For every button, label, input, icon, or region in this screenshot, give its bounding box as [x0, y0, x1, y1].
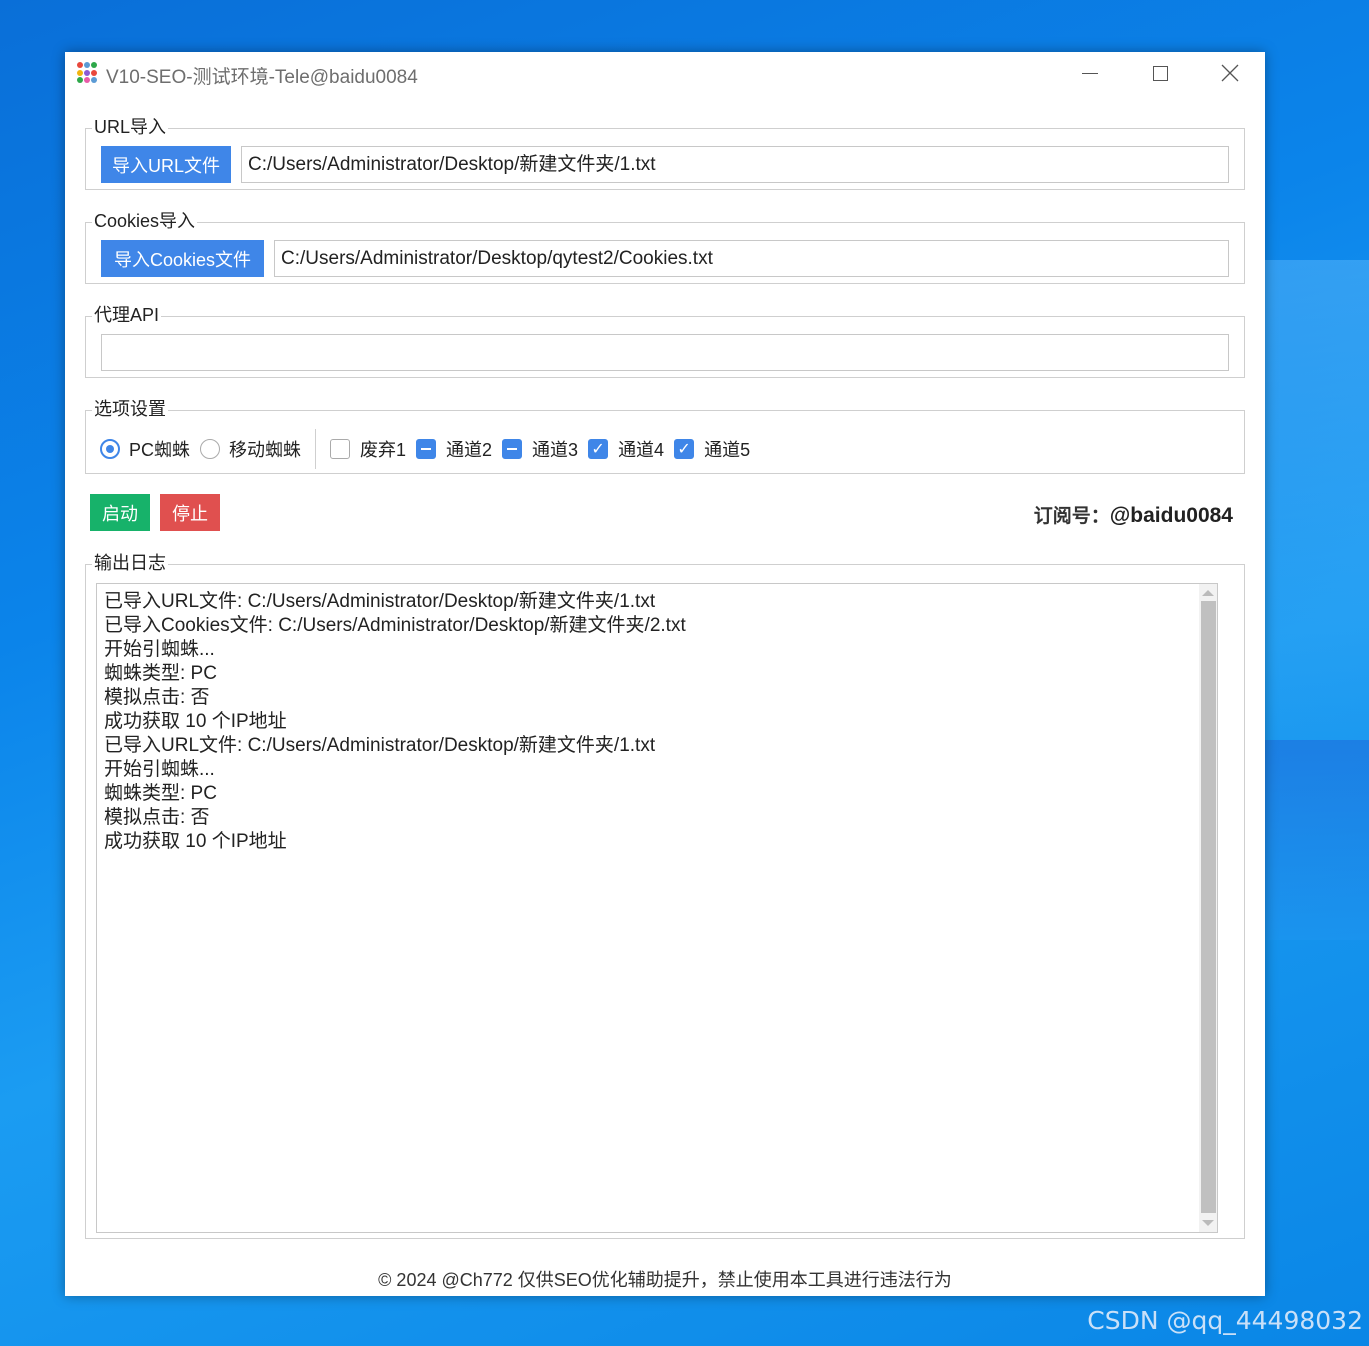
- app-logo-dot: [91, 69, 97, 76]
- desktop-wallpaper-shade: [1265, 740, 1369, 940]
- log-line: 成功获取 10 个IP地址: [104, 831, 287, 852]
- checkbox-channel-4[interactable]: ✓: [588, 439, 609, 459]
- options-label: 选项设置: [92, 398, 168, 420]
- app-logo-dot: [91, 62, 97, 68]
- app-logo-dot: [91, 77, 97, 84]
- options-group: 选项设置 PC蜘蛛 移动蜘蛛 废弃1 通道2 通道3 ✓ 通道4 ✓ 通道5: [85, 398, 1245, 474]
- cookies-import-group: Cookies导入 导入Cookies文件 C:/Users/Administr…: [85, 210, 1245, 284]
- log-line: 模拟点击: 否: [104, 807, 210, 828]
- checkbox-channel-5[interactable]: ✓: [674, 439, 695, 459]
- checkbox-deprecated-1[interactable]: [330, 439, 351, 459]
- mobile-spider-radio[interactable]: [200, 439, 221, 459]
- proxy-api-label: 代理API: [92, 304, 162, 326]
- app-logo-dot: [77, 77, 83, 84]
- desktop-wallpaper-light: [1265, 260, 1369, 740]
- app-logo-dot: [77, 62, 83, 68]
- subscription-prefix: 订阅号：: [1033, 505, 1110, 527]
- url-import-group: URL导入 导入URL文件 C:/Users/Administrator/Des…: [85, 116, 1245, 190]
- minimize-icon: [1082, 72, 1098, 74]
- checkbox-label-channel-3[interactable]: 通道3: [532, 436, 578, 462]
- output-log-group: 输出日志 已导入URL文件: C:/Users/Administrator/De…: [85, 552, 1245, 1239]
- app-logo-dot: [84, 69, 90, 76]
- stop-button[interactable]: 停止: [160, 494, 220, 531]
- pc-spider-radio[interactable]: [100, 439, 120, 459]
- url-import-label: URL导入: [92, 116, 169, 138]
- log-line: 蜘蛛类型: PC: [104, 783, 217, 804]
- app-logo-dot: [77, 69, 83, 76]
- checkbox-label-channel-2[interactable]: 通道2: [446, 436, 492, 462]
- log-line: 模拟点击: 否: [104, 687, 210, 708]
- close-icon: [1221, 64, 1239, 82]
- output-log-label: 输出日志: [92, 552, 168, 574]
- footer-disclaimer: © 2024 @Ch772 仅供SEO优化辅助提升，禁止使用本工具进行违法行为: [378, 1270, 952, 1290]
- log-line: 已导入Cookies文件: C:/Users/Administrator/Des…: [104, 615, 686, 636]
- window-title: V10-SEO-测试环境-Tele@baidu0084: [106, 67, 418, 88]
- subscription-id: @baidu0084: [1109, 504, 1233, 527]
- options-divider: [315, 429, 317, 469]
- checkbox-channel-3[interactable]: [502, 439, 523, 459]
- proxy-api-input[interactable]: [101, 334, 1229, 371]
- import-url-button[interactable]: 导入URL文件: [101, 146, 231, 183]
- log-scrollbar[interactable]: [1199, 584, 1217, 1232]
- check-icon: ✓: [677, 441, 691, 458]
- checkbox-label-channel-4[interactable]: 通道4: [618, 436, 664, 462]
- title-bar[interactable]: V10-SEO-测试环境-Tele@baidu0084: [65, 52, 1265, 94]
- checkbox-channel-2[interactable]: [416, 439, 437, 459]
- close-button[interactable]: [1195, 52, 1265, 94]
- scroll-down-arrow-icon[interactable]: [1202, 1220, 1214, 1226]
- start-button[interactable]: 启动: [90, 494, 150, 531]
- proxy-api-group: 代理API: [85, 304, 1245, 378]
- scroll-up-arrow-icon[interactable]: [1202, 590, 1214, 596]
- log-line: 已导入URL文件: C:/Users/Administrator/Desktop…: [104, 591, 656, 612]
- checkbox-label-channel-5[interactable]: 通道5: [704, 436, 750, 462]
- log-line: 蜘蛛类型: PC: [104, 663, 217, 684]
- checkbox-label-deprecated-1[interactable]: 废弃1: [360, 436, 406, 462]
- log-line: 成功获取 10 个IP地址: [104, 711, 287, 732]
- maximize-icon: [1152, 65, 1168, 81]
- cookies-path-field[interactable]: C:/Users/Administrator/Desktop/qytest2/C…: [274, 240, 1229, 277]
- log-line: 已导入URL文件: C:/Users/Administrator/Desktop…: [104, 735, 656, 756]
- check-icon: ✓: [591, 441, 605, 458]
- mobile-spider-label[interactable]: 移动蜘蛛: [229, 436, 301, 462]
- log-line: 开始引蜘蛛...: [104, 639, 215, 660]
- scroll-thumb[interactable]: [1201, 601, 1216, 1213]
- log-line: 开始引蜘蛛...: [104, 759, 215, 780]
- log-lines: 已导入URL文件: C:/Users/Administrator/Desktop…: [104, 590, 1204, 854]
- app-logo-dot: [84, 62, 90, 68]
- app-logo-dot: [84, 77, 90, 84]
- options-row: PC蜘蛛 移动蜘蛛 废弃1 通道2 通道3 ✓ 通道4 ✓ 通道5: [100, 429, 760, 469]
- app-logo-icon: [77, 62, 99, 84]
- log-textarea[interactable]: 已导入URL文件: C:/Users/Administrator/Desktop…: [96, 583, 1218, 1233]
- maximize-button[interactable]: [1125, 52, 1195, 94]
- minimize-button[interactable]: [1055, 52, 1125, 94]
- subscription-label: 订阅号：@baidu0084: [1034, 501, 1233, 528]
- url-path-field[interactable]: C:/Users/Administrator/Desktop/新建文件夹/1.t…: [241, 146, 1229, 183]
- watermark: CSDN @qq_44498032: [1087, 1306, 1363, 1335]
- app-window: V10-SEO-测试环境-Tele@baidu0084 URL导入 导入URL文…: [65, 52, 1265, 1296]
- pc-spider-label[interactable]: PC蜘蛛: [129, 436, 190, 462]
- cookies-import-label: Cookies导入: [92, 210, 198, 232]
- import-cookies-button[interactable]: 导入Cookies文件: [101, 240, 264, 277]
